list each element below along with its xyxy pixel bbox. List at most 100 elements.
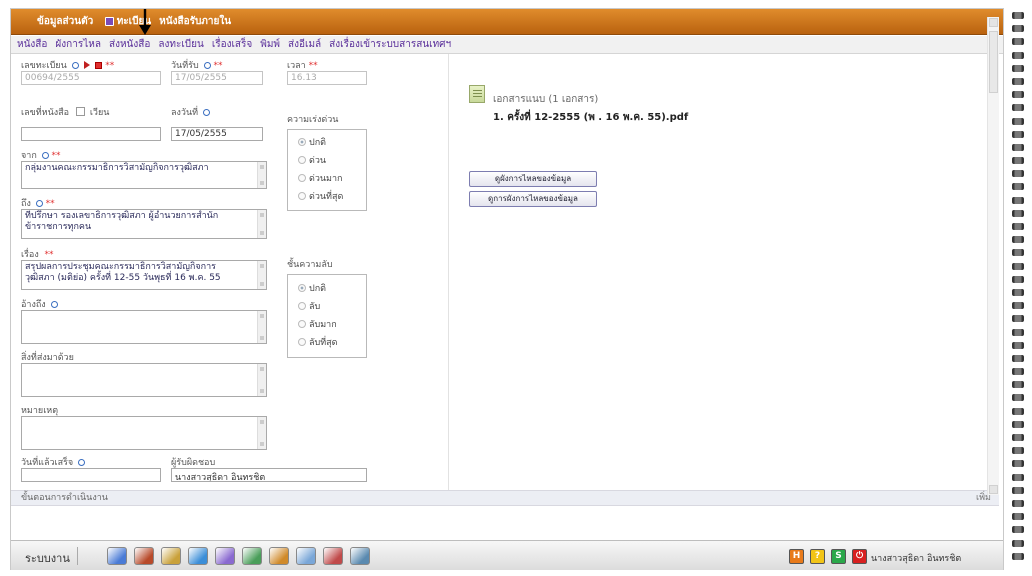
secrecy-top-secret-radio[interactable]: ลับที่สุด	[298, 335, 338, 349]
lookup-icon[interactable]	[50, 301, 58, 308]
urgency-most-urgent-radio[interactable]: ด่วนที่สุด	[298, 189, 343, 203]
info-icon[interactable]	[71, 62, 79, 69]
mail-send-icon[interactable]	[242, 547, 262, 565]
enclosure-field[interactable]	[21, 363, 267, 397]
doc-stack-icon[interactable]	[188, 547, 208, 565]
subject-value-line1: สรุปผลการประชุมคณะกรรมาธิการวิสามัญกิจกา…	[25, 262, 216, 272]
mouse-pointer-icon	[139, 9, 151, 35]
doc-no-label-row: เลขที่หนังสือ เวียน	[21, 105, 109, 119]
owner-label: ผู้รับผิดชอบ	[171, 458, 216, 468]
binder-ring	[1012, 51, 1024, 59]
people-search-icon[interactable]	[269, 547, 289, 565]
page-scrollbar[interactable]	[987, 17, 999, 495]
menu-item-send-email[interactable]: ส่งอีเมล์	[288, 37, 321, 52]
enclosure-scrollbar[interactable]	[257, 364, 266, 396]
title-personal[interactable]: ข้อมูลส่วนตัว	[37, 14, 93, 29]
secrecy-label: ชั้นความลับ	[287, 260, 333, 270]
done-date-field[interactable]	[21, 468, 161, 482]
from-scrollbar[interactable]	[257, 162, 266, 188]
binder-ring	[1012, 486, 1024, 494]
subject-label-row: เรื่อง **	[21, 247, 53, 261]
binder-ring	[1012, 262, 1024, 270]
secrecy-secret-radio[interactable]: ลับ	[298, 299, 320, 313]
binder-ring	[1012, 368, 1024, 376]
from-value: กลุ่มงานคณะกรรมาธิการวิสามัญกิจการวุฒิสภ…	[25, 163, 209, 173]
required-marker: **	[105, 61, 115, 71]
owner-field[interactable]: นางสาวสุธิดา อินทรชิต	[171, 468, 367, 482]
switch-tray-icon[interactable]: S	[831, 549, 846, 564]
binder-ring	[1012, 447, 1024, 455]
to-value-line1: ที่ปรึกษา รองเลขาธิการวุฒิสภา ผู้อำนวยกา…	[25, 211, 219, 221]
help-tray-icon[interactable]: ?	[810, 549, 825, 564]
books-icon[interactable]	[134, 547, 154, 565]
recv-date-field[interactable]: 17/05/2555	[171, 71, 263, 85]
urgency-very-urgent-radio[interactable]: ด่วนมาก	[298, 171, 343, 185]
binder-ring	[1012, 341, 1024, 349]
time-label-row: เวลา **	[287, 58, 318, 72]
urgency-label: ความเร่งด่วน	[287, 115, 339, 125]
attachment-file-link[interactable]: 1. ครั้งที่ 12-2555 (พ . 16 พ.ค. 55).pdf	[493, 110, 688, 125]
binder-ring	[1012, 420, 1024, 428]
menu-item-completed[interactable]: เรื่องเสร็จ	[212, 37, 252, 52]
power-tray-icon[interactable]: ⏻	[852, 549, 867, 564]
scroll-down-icon[interactable]	[989, 485, 998, 494]
ref-field[interactable]	[21, 310, 267, 344]
doc-no-field[interactable]	[21, 127, 161, 141]
checklist-icon[interactable]	[296, 547, 316, 565]
view-flowchart-button[interactable]: ดูการผังการไหลของข้อมูล	[469, 191, 597, 207]
note-scrollbar[interactable]	[257, 417, 266, 449]
attachments-header: เอกสารแนบ (1 เอกสาร)	[493, 94, 599, 105]
scroll-up-icon[interactable]	[989, 18, 998, 27]
printer-icon[interactable]	[215, 547, 235, 565]
flag-icon[interactable]	[84, 61, 91, 69]
document-form: เลขทะเบียน ** 00694/2555 วันที่รับ ** 17…	[11, 54, 449, 494]
urgency-normal-radio[interactable]: ปกติ	[298, 135, 326, 149]
menu-item-flowchart[interactable]: ผังการไหล	[55, 37, 101, 52]
users-icon[interactable]	[323, 547, 343, 565]
secrecy-normal-radio[interactable]: ปกติ	[298, 281, 326, 295]
reg-no-field[interactable]: 00694/2555	[21, 71, 161, 85]
to-field[interactable]: ที่ปรึกษา รองเลขาธิการวุฒิสภา ผู้อำนวยกา…	[21, 209, 267, 239]
edit-doc-icon[interactable]	[107, 547, 127, 565]
secrecy-very-secret-radio[interactable]: ลับมาก	[298, 317, 337, 331]
menu-item-send-document[interactable]: ส่งหนังสือ	[109, 37, 150, 52]
circular-checkbox[interactable]	[75, 107, 85, 116]
binder-ring	[1012, 381, 1024, 389]
calendar-icon[interactable]	[202, 109, 210, 116]
view-flow-button[interactable]: ดูผังการไหลของข้อมูล	[469, 171, 597, 187]
menu-item-send-to-info-system[interactable]: ส่งเรื่องเข้าระบบสารสนเทศฯ	[329, 37, 451, 52]
from-field[interactable]: กลุ่มงานคณะกรรมาธิการวิสามัญกิจการวุฒิสภ…	[21, 161, 267, 189]
urgency-urgent-radio[interactable]: ด่วน	[298, 153, 326, 167]
system-menu-label[interactable]: ระบบงาน	[25, 549, 70, 567]
menu-item-document[interactable]: หนังสือ	[17, 37, 47, 52]
time-field[interactable]: 16.13	[287, 71, 367, 85]
menu-item-print[interactable]: พิมพ์	[260, 37, 280, 52]
calendar-icon[interactable]	[203, 62, 211, 69]
doc-no-label: เลขที่หนังสือ	[21, 108, 70, 118]
to-scrollbar[interactable]	[257, 210, 266, 238]
binder-ring	[1012, 394, 1024, 402]
settings-tray-icon[interactable]: H	[789, 549, 804, 564]
stop-icon[interactable]	[95, 62, 103, 69]
enclosure-label: สิ่งที่ส่งมาด้วย	[21, 353, 74, 363]
menu-item-register[interactable]: ลงทะเบียน	[158, 37, 203, 52]
binder-ring	[1012, 117, 1024, 125]
subject-scrollbar[interactable]	[257, 261, 266, 289]
title-inbound-docs[interactable]: หนังสือรับภายใน	[159, 14, 231, 29]
lookup-icon[interactable]	[41, 152, 49, 159]
binder-ring	[1012, 473, 1024, 481]
ref-label: อ้างถึง	[21, 300, 46, 310]
user-profile-icon[interactable]	[350, 547, 370, 565]
calendar-icon[interactable]	[78, 459, 86, 466]
binder-ring	[1012, 552, 1024, 560]
scroll-thumb[interactable]	[989, 31, 998, 93]
lookup-icon[interactable]	[35, 200, 43, 207]
subject-field[interactable]: สรุปผลการประชุมคณะกรรมาธิการวิสามัญกิจกา…	[21, 260, 267, 290]
recv-date-label: วันที่รับ	[171, 61, 199, 71]
date-field[interactable]: 17/05/2555	[171, 127, 263, 141]
subject-value-line2: วุฒิสภา (มติย่อ) ครั้งที่ 12-55 วันพุธที…	[25, 273, 221, 283]
note-field[interactable]	[21, 416, 267, 450]
ref-scrollbar[interactable]	[257, 311, 266, 343]
to-label-row: ถึง **	[21, 196, 55, 210]
pencil-book-icon[interactable]	[161, 547, 181, 565]
